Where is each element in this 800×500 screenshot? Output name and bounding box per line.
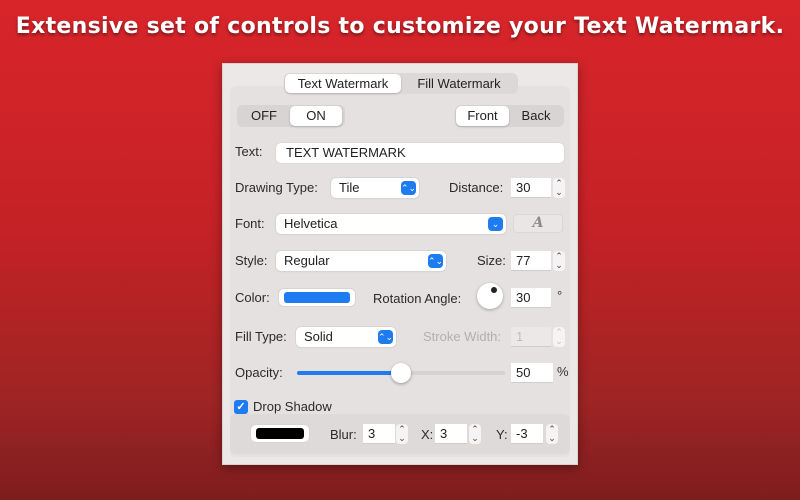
stepper-down-icon: ⌄ [548, 433, 556, 443]
fill-type-value: Solid [304, 329, 333, 344]
stepper-down-icon: ⌄ [555, 187, 563, 197]
power-off-option[interactable]: OFF [238, 106, 290, 126]
shadow-x-stepper[interactable]: ⌃ ⌄ [469, 424, 481, 444]
popup-chevron-icon: ⌃⌄ [428, 254, 444, 268]
opacity-slider[interactable] [297, 363, 505, 383]
size-stepper[interactable]: ⌃ ⌄ [553, 251, 565, 271]
stepper-down-icon: ⌄ [471, 433, 479, 443]
rotation-angle-input[interactable]: 30 [511, 288, 551, 308]
layer-toggle: Front Back [455, 105, 564, 127]
dial-indicator-dot [491, 287, 497, 293]
text-input[interactable]: TEXT WATERMARK [276, 143, 564, 163]
font-label: Font: [235, 216, 265, 231]
watermark-settings-panel: Text Watermark Fill Watermark OFF ON Fro… [222, 63, 578, 465]
opacity-slider-fill [297, 371, 401, 375]
distance-stepper[interactable]: ⌃ ⌄ [553, 178, 565, 198]
color-label: Color: [235, 290, 270, 305]
stepper-down-icon: ⌄ [398, 433, 406, 443]
font-panel-button[interactable]: A [513, 214, 563, 233]
layer-back-option[interactable]: Back [509, 106, 563, 126]
text-label: Text: [235, 144, 263, 159]
layer-front-option[interactable]: Front [456, 106, 509, 126]
tab-bar: Text Watermark Fill Watermark [284, 73, 518, 94]
opacity-input[interactable]: 50 [511, 363, 553, 383]
power-toggle: OFF ON [237, 105, 345, 127]
rotation-angle-dial[interactable] [477, 283, 503, 309]
degree-unit: ° [557, 288, 563, 303]
drawing-type-label: Drawing Type: [235, 180, 318, 195]
size-label: Size: [477, 253, 506, 268]
popup-chevron-icon: ⌃⌄ [401, 181, 417, 195]
opacity-label: Opacity: [235, 365, 283, 380]
fill-type-popup[interactable]: Solid ⌃⌄ [296, 327, 396, 347]
blur-input[interactable]: 3 [363, 424, 395, 444]
shadow-y-stepper[interactable]: ⌃ ⌄ [546, 424, 558, 444]
stroke-width-stepper: ⌃ ⌄ [553, 327, 565, 347]
fill-type-label: Fill Type: [235, 329, 287, 344]
rotation-angle-label: Rotation Angle: [373, 291, 462, 306]
tab-text-watermark[interactable]: Text Watermark [285, 74, 401, 93]
distance-label: Distance: [449, 180, 504, 195]
style-value: Regular [284, 253, 330, 268]
shadow-x-input[interactable]: 3 [435, 424, 467, 444]
drawing-type-popup[interactable]: Tile ⌃⌄ [331, 178, 419, 198]
stepper-down-icon: ⌄ [555, 336, 563, 346]
drawing-type-value: Tile [339, 180, 360, 195]
font-popup[interactable]: Helvetica ⌄ [276, 214, 506, 234]
font-value: Helvetica [284, 216, 338, 231]
drop-shadow-checkbox[interactable]: ✓ [234, 400, 248, 414]
percent-unit: % [557, 364, 569, 379]
shadow-x-label: X: [421, 427, 434, 442]
style-popup[interactable]: Regular ⌃⌄ [276, 251, 446, 271]
color-well[interactable] [279, 289, 355, 306]
color-swatch [284, 292, 350, 303]
distance-input[interactable]: 30 [511, 178, 551, 198]
dropdown-chevron-icon: ⌄ [488, 217, 503, 231]
blur-label: Blur: [330, 427, 357, 442]
shadow-color-swatch [256, 428, 304, 439]
stroke-width-label: Stroke Width: [423, 329, 502, 344]
popup-chevron-icon: ⌃⌄ [378, 330, 394, 344]
blur-stepper[interactable]: ⌃ ⌄ [396, 424, 408, 444]
shadow-y-input[interactable]: -3 [511, 424, 543, 444]
stepper-down-icon: ⌄ [555, 260, 563, 270]
tab-fill-watermark[interactable]: Fill Watermark [401, 74, 517, 93]
headline: Extensive set of controls to customize y… [15, 14, 785, 39]
stroke-width-input: 1 [511, 327, 551, 347]
style-label: Style: [235, 253, 268, 268]
opacity-slider-thumb[interactable] [391, 363, 411, 383]
shadow-y-label: Y: [496, 427, 508, 442]
shadow-color-well[interactable] [251, 425, 309, 442]
power-on-option[interactable]: ON [290, 106, 342, 126]
size-input[interactable]: 77 [511, 251, 551, 271]
